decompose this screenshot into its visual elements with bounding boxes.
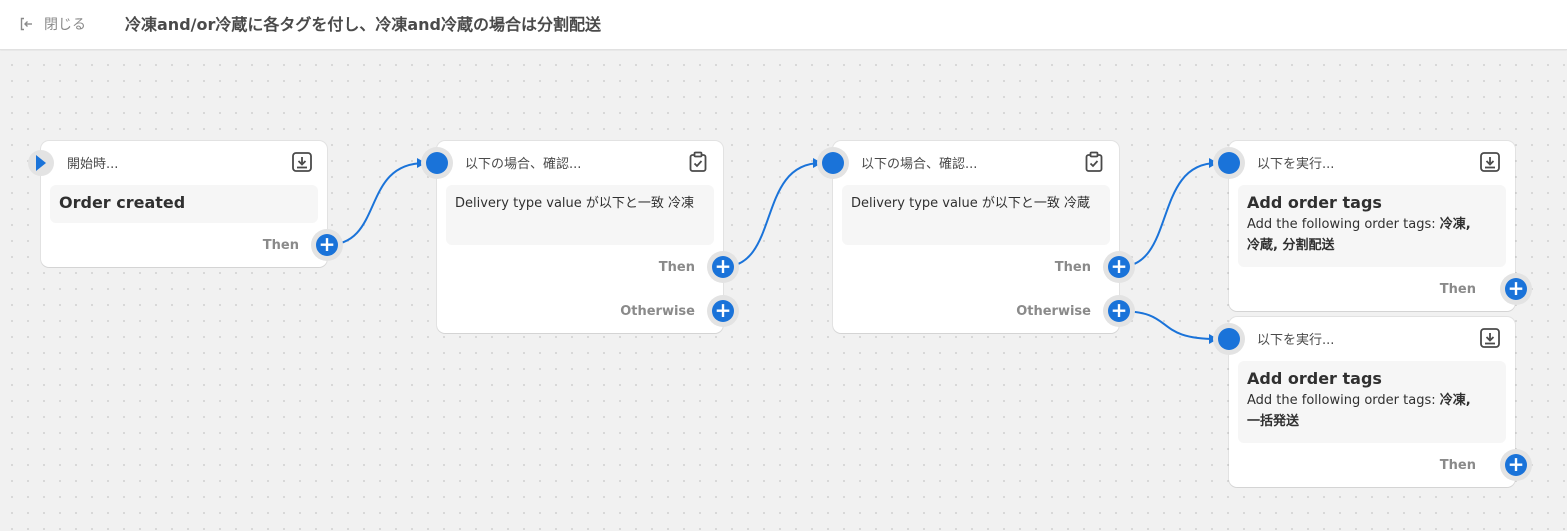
action1-title: 以下を実行...: [1257, 157, 1335, 172]
plus-icon: +: [1507, 452, 1525, 476]
plus-icon: +: [714, 298, 732, 322]
plus-icon: +: [318, 232, 336, 256]
condition2-otherwise-label: Otherwise: [1016, 304, 1091, 319]
clipboard-check-icon[interactable]: [1082, 150, 1106, 174]
trigger-card[interactable]: 開始時... Order created Then: [41, 141, 327, 267]
condition2-input-port[interactable]: [817, 147, 849, 179]
condition2-title: 以下の場合、確認...: [861, 157, 978, 172]
top-bar: 閉じる 冷凍and/or冷蔵に各タグを付し、冷凍and冷蔵の場合は分割配送: [0, 0, 1567, 50]
close-button[interactable]: 閉じる: [18, 12, 86, 36]
condition2-criteria: Delivery type value が以下と一致 冷蔵: [851, 196, 1091, 211]
condition2-then-label: Then: [1054, 260, 1091, 275]
action1-tags: 冷凍,: [1439, 217, 1471, 232]
condition1-then-label: Then: [658, 260, 695, 275]
exit-icon: [20, 17, 32, 31]
condition2-card[interactable]: 以下の場合、確認... Delivery type value が以下と一致 冷…: [833, 141, 1119, 333]
condition1-title: 以下の場合、確認...: [465, 157, 582, 172]
condition1-otherwise-add-button[interactable]: +: [707, 295, 739, 327]
condition1-then-add-button[interactable]: +: [707, 251, 739, 283]
action2-input-port[interactable]: [1213, 323, 1245, 355]
condition1-otherwise-label: Otherwise: [620, 304, 695, 319]
action1-then-add-button[interactable]: +: [1500, 273, 1532, 305]
action2-card[interactable]: 以下を実行... Add order tags Add the followin…: [1229, 317, 1515, 487]
action1-description: Add the following order tags: 冷凍, 冷蔵, 分割…: [1247, 214, 1497, 256]
action1-tags-line2: 冷蔵, 分割配送: [1247, 238, 1335, 253]
clipboard-check-icon[interactable]: [686, 150, 710, 174]
action2-heading: Add order tags: [1247, 369, 1382, 388]
trigger-event: Order created: [59, 193, 186, 212]
trigger-then-add-button[interactable]: +: [311, 229, 343, 261]
action2-details-box[interactable]: Add order tags Add the following order t…: [1238, 361, 1506, 443]
condition1-criteria: Delivery type value が以下と一致 冷凍: [455, 196, 695, 211]
action2-description: Add the following order tags: 冷凍, 一括発送: [1247, 390, 1497, 432]
plus-icon: +: [1507, 276, 1525, 300]
close-label: 閉じる: [44, 17, 86, 33]
action1-card[interactable]: 以下を実行... Add order tags Add the followin…: [1229, 141, 1515, 311]
action1-then-label: Then: [1439, 282, 1476, 297]
action2-desc-prefix: Add the following order tags:: [1247, 393, 1440, 408]
action2-tags: 冷凍,: [1439, 393, 1471, 408]
trigger-event-box[interactable]: Order created: [50, 185, 318, 223]
condition2-then-add-button[interactable]: +: [1103, 251, 1135, 283]
trigger-title: 開始時...: [67, 157, 119, 172]
plus-icon: +: [1110, 254, 1128, 278]
trigger-then-label: Then: [262, 238, 299, 253]
condition2-otherwise-add-button[interactable]: +: [1103, 295, 1135, 327]
action2-title: 以下を実行...: [1257, 333, 1335, 348]
action1-heading: Add order tags: [1247, 193, 1382, 212]
action1-input-port[interactable]: [1213, 147, 1245, 179]
action2-then-add-button[interactable]: +: [1500, 449, 1532, 481]
page-title: 冷凍and/or冷蔵に各タグを付し、冷凍and冷蔵の場合は分割配送: [125, 15, 602, 34]
condition2-criteria-box[interactable]: Delivery type value が以下と一致 冷蔵: [842, 185, 1110, 245]
action2-tags-line2: 一括発送: [1247, 414, 1300, 429]
play-icon: [36, 155, 46, 171]
download-icon[interactable]: [1478, 150, 1502, 174]
download-icon[interactable]: [1478, 326, 1502, 350]
plus-icon: +: [1110, 298, 1128, 322]
action1-details-box[interactable]: Add order tags Add the following order t…: [1238, 185, 1506, 267]
action1-desc-prefix: Add the following order tags:: [1247, 217, 1440, 232]
download-icon[interactable]: [290, 150, 314, 174]
condition1-criteria-box[interactable]: Delivery type value が以下と一致 冷凍: [446, 185, 714, 245]
condition1-card[interactable]: 以下の場合、確認... Delivery type value が以下と一致 冷…: [437, 141, 723, 333]
plus-icon: +: [714, 254, 732, 278]
condition1-input-port[interactable]: [421, 147, 453, 179]
action2-then-label: Then: [1439, 458, 1476, 473]
trigger-start-marker: [28, 150, 54, 176]
